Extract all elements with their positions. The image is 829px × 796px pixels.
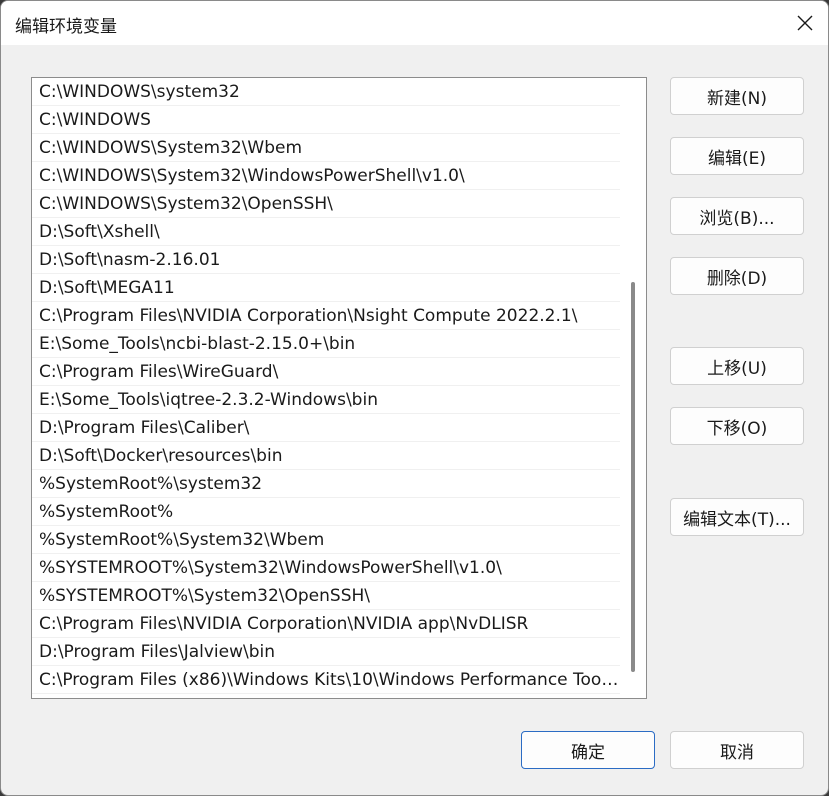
move-down-button[interactable]: 下移(O) — [670, 407, 804, 445]
path-list-item[interactable]: C:\WINDOWS\System32\OpenSSH\ — [32, 190, 620, 218]
ok-button[interactable]: 确定 — [521, 731, 655, 769]
edit-text-button[interactable]: 编辑文本(T)... — [670, 498, 804, 536]
path-list-item[interactable]: E:\Some_Tools\iqtree-2.3.2-Windows\bin — [32, 386, 620, 414]
path-list-item[interactable]: D:\Program Files\Caliber\ — [32, 414, 620, 442]
cancel-button[interactable]: 取消 — [670, 731, 804, 769]
path-list-item[interactable]: D:\Soft\Xshell\ — [32, 218, 620, 246]
path-list-item[interactable]: C:\WINDOWS\System32\WindowsPowerShell\v1… — [32, 162, 620, 190]
path-list-item[interactable]: C:\Program Files\NVIDIA Corporation\Nsig… — [32, 302, 620, 330]
path-list-item[interactable]: C:\WINDOWS — [32, 106, 620, 134]
dialog-title: 编辑环境变量 — [15, 17, 117, 37]
path-list-item[interactable]: D:\Program Files\Jalview\bin — [32, 638, 620, 666]
edit-env-var-dialog: 编辑环境变量 C:\WINDOWS\system32 C:\WINDOWS C:\W… — [0, 0, 829, 796]
path-list-item[interactable]: D:\Soft\nasm-2.16.01 — [32, 246, 620, 274]
path-list-item[interactable]: %SystemRoot% — [32, 498, 620, 526]
path-list-item[interactable]: %SYSTEMROOT%\System32\WindowsPowerShell\… — [32, 554, 620, 582]
path-list-item[interactable]: C:\Program Files\WireGuard\ — [32, 358, 620, 386]
scrollbar-thumb[interactable] — [631, 282, 635, 672]
vertical-scrollbar[interactable] — [621, 78, 646, 698]
path-list-item[interactable]: C:\Program Files\NVIDIA Corporation\NVID… — [32, 610, 620, 638]
path-list-item[interactable]: %SystemRoot%\system32 — [32, 470, 620, 498]
close-icon — [797, 15, 813, 31]
path-list-item[interactable]: C:\Program Files (x86)\Windows Kits\10\W… — [32, 666, 620, 694]
title-bar: 编辑环境变量 — [1, 1, 828, 45]
path-list-item[interactable]: %SystemRoot%\System32\Wbem — [32, 526, 620, 554]
path-list-item[interactable]: D:\Soft\Docker\resources\bin — [32, 442, 620, 470]
path-list-item[interactable]: %SYSTEMROOT%\System32\OpenSSH\ — [32, 582, 620, 610]
delete-button[interactable]: 删除(D) — [670, 257, 804, 295]
path-list-item[interactable]: C:\WINDOWS\system32 — [32, 78, 620, 106]
new-button[interactable]: 新建(N) — [670, 77, 804, 115]
path-list-item[interactable]: C:\WINDOWS\System32\Wbem — [32, 134, 620, 162]
edit-button[interactable]: 编辑(E) — [670, 137, 804, 175]
path-list-item[interactable]: D:\Soft\MEGA11 — [32, 274, 620, 302]
browse-button[interactable]: 浏览(B)... — [670, 197, 804, 235]
move-up-button[interactable]: 上移(U) — [670, 347, 804, 385]
path-list-item[interactable]: E:\Some_Tools\ncbi-blast-2.15.0+\bin — [32, 330, 620, 358]
path-list[interactable]: C:\WINDOWS\system32 C:\WINDOWS C:\WINDOWS\… — [31, 77, 647, 699]
close-button[interactable] — [782, 1, 828, 45]
